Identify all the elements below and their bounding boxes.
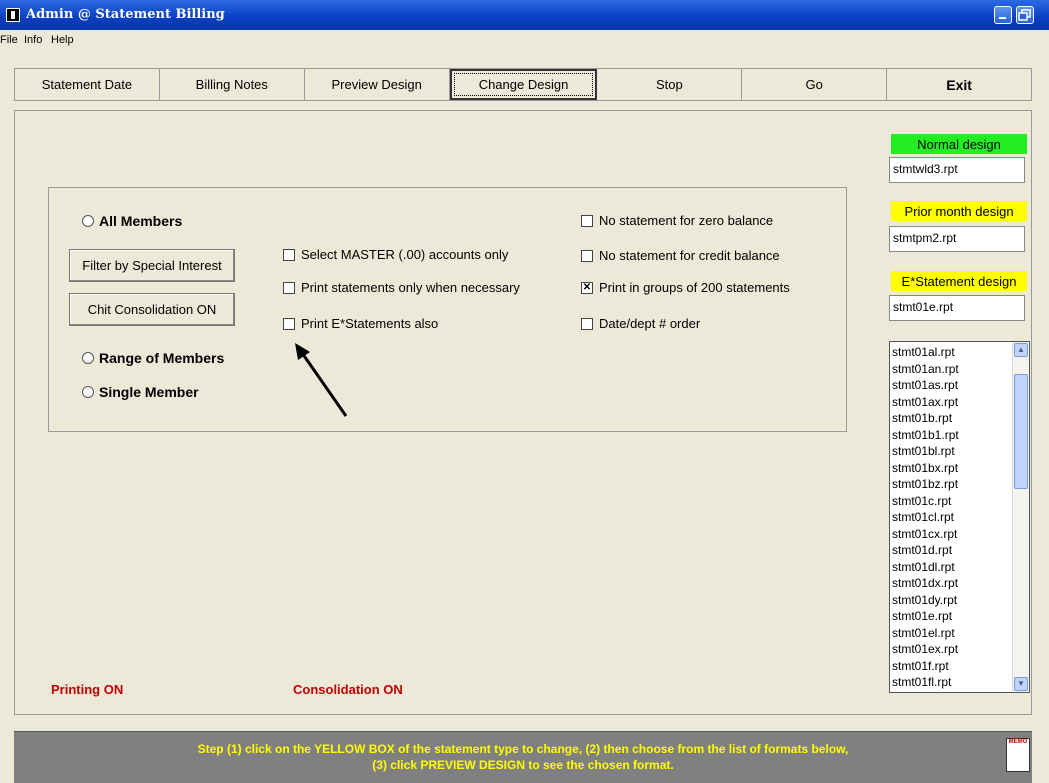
date-dept-checkbox[interactable]: Date/dept # order bbox=[581, 316, 700, 331]
date-dept-label: Date/dept # order bbox=[599, 316, 701, 331]
format-list-item[interactable]: stmt01e.rpt bbox=[892, 608, 1012, 625]
checkbox-checked-icon: ✕ bbox=[581, 281, 593, 294]
radio-circle-icon bbox=[82, 386, 94, 398]
format-list-item[interactable]: stmt01ex.rpt bbox=[892, 641, 1012, 658]
radio-circle-icon bbox=[82, 352, 94, 364]
checkbox-icon bbox=[581, 214, 593, 227]
format-list-item[interactable]: stmt01fl.rpt bbox=[892, 674, 1012, 691]
scroll-down-icon[interactable]: ▼ bbox=[1014, 677, 1028, 691]
format-list-item[interactable]: stmt01bz.rpt bbox=[892, 476, 1012, 493]
go-button[interactable]: Go bbox=[742, 69, 888, 100]
restore-icon bbox=[1018, 9, 1031, 21]
instruction-footer: Step (1) click on the YELLOW BOX of the … bbox=[14, 731, 1032, 783]
normal-design-label[interactable]: Normal design bbox=[891, 134, 1027, 154]
format-list-item[interactable]: stmt01cl.rpt bbox=[892, 509, 1012, 526]
when-necessary-checkbox[interactable]: Print statements only when necessary bbox=[283, 280, 520, 295]
format-list-item[interactable]: stmt01cx.rpt bbox=[892, 526, 1012, 543]
menu-file[interactable]: File bbox=[0, 34, 18, 46]
checkbox-icon bbox=[581, 317, 593, 330]
menu-help[interactable]: Help bbox=[51, 34, 74, 46]
format-list-item[interactable]: stmt01dy.rpt bbox=[892, 592, 1012, 609]
printing-status: Printing ON bbox=[51, 682, 124, 697]
memo-label: MEMO bbox=[1008, 739, 1028, 745]
instruction-line-1: Step (1) click on the YELLOW BOX of the … bbox=[197, 742, 849, 756]
format-list-item[interactable]: stmt01dx.rpt bbox=[892, 575, 1012, 592]
memo-icon[interactable]: MEMO bbox=[1006, 738, 1030, 772]
prior-month-design-field[interactable]: stmtpm2.rpt bbox=[889, 226, 1025, 252]
format-list-item[interactable]: stmt01bx.rpt bbox=[892, 460, 1012, 477]
range-members-label: Range of Members bbox=[99, 350, 225, 366]
checkbox-icon bbox=[283, 281, 295, 294]
format-list-item[interactable]: stmt01ax.rpt bbox=[892, 394, 1012, 411]
format-list-item[interactable]: stmt01an.rpt bbox=[892, 361, 1012, 378]
minimize-button[interactable] bbox=[994, 6, 1012, 24]
billing-notes-button[interactable]: Billing Notes bbox=[160, 69, 305, 100]
format-list[interactable]: stmt01al.rpt stmt01an.rpt stmt01as.rpt stmt… bbox=[889, 341, 1030, 693]
scroll-thumb[interactable] bbox=[1014, 374, 1028, 489]
all-members-label: All Members bbox=[99, 213, 183, 229]
toolbar: Statement Date Billing Notes Preview Des… bbox=[14, 68, 1032, 101]
groups-200-label: Print in groups of 200 statements bbox=[599, 280, 790, 295]
groups-200-checkbox[interactable]: ✕ Print in groups of 200 statements bbox=[581, 280, 790, 295]
format-list-item[interactable]: stmt01dl.rpt bbox=[892, 559, 1012, 576]
menu-info[interactable]: Info bbox=[24, 34, 42, 46]
chit-consolidation-button[interactable]: Chit Consolidation ON bbox=[69, 293, 235, 326]
consolidation-status: Consolidation ON bbox=[293, 682, 403, 697]
change-design-button[interactable]: Change Design bbox=[449, 69, 598, 100]
restore-button[interactable] bbox=[1016, 6, 1034, 24]
estatements-label: Print E*Statements also bbox=[301, 316, 439, 331]
zero-balance-label: No statement for zero balance bbox=[599, 213, 774, 228]
format-list-item[interactable]: stmt01f.rpt bbox=[892, 658, 1012, 675]
checkbox-icon bbox=[283, 248, 295, 261]
estatement-design-label[interactable]: E*Statement design bbox=[891, 271, 1027, 291]
title-bar: Admin @ Statement Billing bbox=[0, 0, 1049, 30]
range-members-radio[interactable]: Range of Members bbox=[82, 350, 224, 366]
format-list-item[interactable]: stmt01b.rpt bbox=[892, 410, 1012, 427]
all-members-radio[interactable]: All Members bbox=[82, 213, 182, 229]
credit-balance-label: No statement for credit balance bbox=[599, 248, 780, 263]
estatements-checkbox[interactable]: Print E*Statements also bbox=[283, 316, 438, 331]
filter-special-interest-button[interactable]: Filter by Special Interest bbox=[69, 249, 235, 282]
exit-button[interactable]: Exit bbox=[887, 69, 1031, 100]
format-list-item[interactable]: stmt01b1.rpt bbox=[892, 427, 1012, 444]
format-list-item[interactable]: stmt01d.rpt bbox=[892, 542, 1012, 559]
checkbox-icon bbox=[581, 249, 593, 262]
estatement-design-field[interactable]: stmt01e.rpt bbox=[889, 295, 1025, 321]
format-list-items: stmt01al.rpt stmt01an.rpt stmt01as.rpt stmt… bbox=[892, 344, 1012, 691]
format-list-item[interactable]: stmt01bl.rpt bbox=[892, 443, 1012, 460]
preview-design-button[interactable]: Preview Design bbox=[305, 69, 450, 100]
single-member-radio[interactable]: Single Member bbox=[82, 384, 199, 400]
single-member-label: Single Member bbox=[99, 384, 199, 400]
app-icon bbox=[6, 8, 20, 22]
checkbox-icon bbox=[283, 317, 295, 330]
master-only-checkbox[interactable]: Select MASTER (.00) accounts only bbox=[283, 247, 508, 262]
scroll-up-icon[interactable]: ▲ bbox=[1014, 343, 1028, 357]
stop-button[interactable]: Stop bbox=[597, 69, 743, 100]
pointer-arrow-icon bbox=[295, 343, 348, 417]
normal-design-field[interactable]: stmtwld3.rpt bbox=[889, 157, 1025, 183]
format-list-item[interactable]: stmt01c.rpt bbox=[892, 493, 1012, 510]
statement-date-button[interactable]: Statement Date bbox=[15, 69, 160, 100]
credit-balance-checkbox[interactable]: No statement for credit balance bbox=[581, 248, 780, 263]
minimize-icon bbox=[999, 17, 1006, 19]
instruction-line-2: (3) click PREVIEW DESIGN to see the chos… bbox=[372, 758, 674, 772]
window-title: Admin @ Statement Billing bbox=[26, 7, 225, 22]
menu-bar: File Info Help bbox=[0, 30, 1049, 50]
master-only-label: Select MASTER (.00) accounts only bbox=[301, 247, 509, 262]
format-list-item[interactable]: stmt01al.rpt bbox=[892, 344, 1012, 361]
prior-month-design-label[interactable]: Prior month design bbox=[891, 201, 1027, 221]
radio-circle-icon bbox=[82, 215, 94, 227]
format-list-item[interactable]: stmt01as.rpt bbox=[892, 377, 1012, 394]
zero-balance-checkbox[interactable]: No statement for zero balance bbox=[581, 213, 773, 228]
when-necessary-label: Print statements only when necessary bbox=[301, 280, 520, 295]
format-list-scrollbar[interactable]: ▲ ▼ bbox=[1012, 342, 1029, 692]
format-list-item[interactable]: stmt01el.rpt bbox=[892, 625, 1012, 642]
